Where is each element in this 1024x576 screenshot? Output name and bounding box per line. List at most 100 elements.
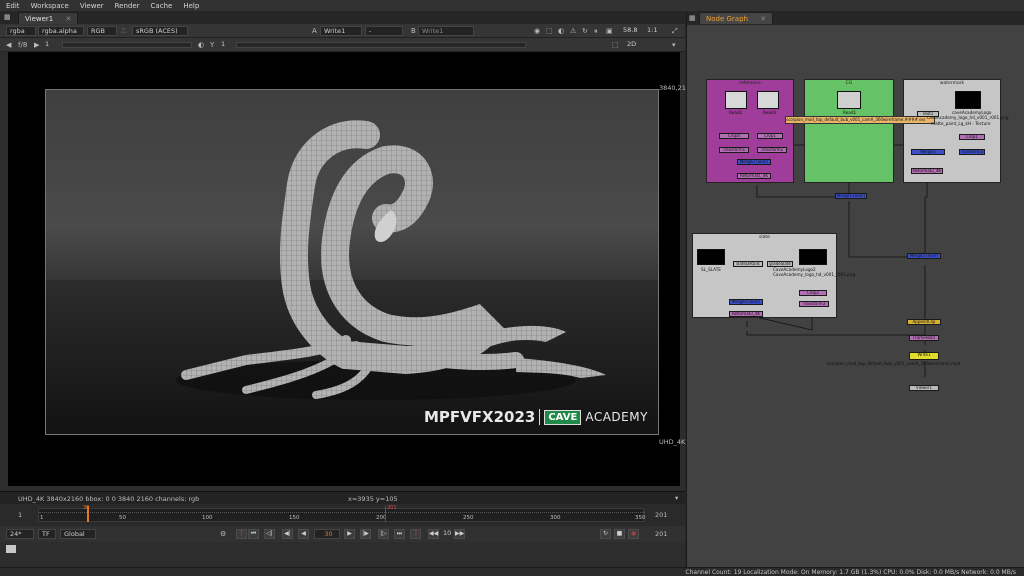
display-lut-select[interactable]: sRGB (ACES) [132, 26, 188, 36]
range-select[interactable]: Global [60, 529, 96, 539]
skip-forward-button[interactable]: ▶▶ [454, 529, 465, 539]
info-expand-icon[interactable]: ▾ [675, 494, 678, 502]
wipe-icon[interactable]: ◐ [558, 26, 564, 36]
viewport[interactable]: 3840,21 UHD_4K MPFVFX2023 CAVE ACADEMY [8, 66, 686, 486]
panel-menu-icon[interactable]: ▦ [4, 12, 11, 22]
node-graph-canvas[interactable]: reference CG watermark slate Read2 Read3… [687, 25, 1024, 567]
menu-workspace[interactable]: Workspace [31, 2, 69, 10]
frame-step-icon[interactable]: ▶ [34, 40, 39, 50]
transform3-node[interactable]: Transform3 [959, 149, 985, 155]
slate-thumbnail[interactable] [697, 249, 725, 265]
clipping-icon[interactable]: ⚠ [570, 26, 576, 36]
reformat3-node[interactable]: Reformat3_4K [729, 311, 763, 317]
read2-thumbnail[interactable] [725, 91, 747, 109]
camera-icon[interactable]: ◉ [534, 26, 540, 36]
menu-viewer[interactable]: Viewer [80, 2, 104, 10]
menu-edit[interactable]: Edit [6, 2, 20, 10]
reformat2-node[interactable]: Reformat2_4K [911, 168, 943, 174]
record-button[interactable]: ◉ [628, 529, 639, 539]
in-point-button[interactable]: [ [236, 529, 247, 539]
step-back-button[interactable]: ◀| [282, 529, 293, 539]
tick-label: 1 [40, 515, 44, 521]
last-frame-button[interactable]: ⏭ [394, 529, 405, 539]
backdrop-cg-title: CG [845, 81, 853, 86]
rgb-select[interactable]: RGB [87, 26, 117, 36]
fstop-icon[interactable]: ◀ [6, 40, 11, 50]
gamma-slider[interactable] [236, 42, 526, 48]
reformat1-node[interactable]: Reformat1_4K [737, 173, 771, 179]
play-backward-button[interactable]: ◀ [298, 529, 309, 539]
merge3-node[interactable]: Merge3 [911, 149, 945, 155]
crop1-node[interactable]: Crop1 [757, 133, 783, 139]
input-a-select[interactable]: Write1 [320, 26, 362, 36]
play-forward-button[interactable]: ▶ [344, 529, 355, 539]
pause-icon[interactable]: ⏸ [594, 26, 598, 36]
slate-details-node[interactable]: slateDetails [733, 261, 763, 267]
channels-select[interactable]: rgba [6, 26, 36, 36]
first-frame-button[interactable]: ⏮ [248, 529, 259, 539]
write1-node[interactable]: Write1 [909, 352, 939, 360]
read1-file-path[interactable]: scorpion_mod_top_default_bub_v001_camA_3… [785, 116, 935, 124]
input-b-select[interactable]: Write1 [418, 26, 474, 36]
transform1-node[interactable]: Transform1 [719, 147, 749, 153]
panel-menu-icon[interactable]: ▦ [689, 13, 696, 23]
crop4-node[interactable]: Crop4 [719, 133, 749, 139]
tab-viewer1[interactable]: Viewer1 ✕ [18, 12, 79, 24]
transform2-node[interactable]: Transform2 [757, 147, 787, 153]
merge-reference-node[interactable]: Merge2 (over) [737, 159, 771, 165]
step-forward-button[interactable]: |▶ [360, 529, 371, 539]
gamma-field[interactable]: 1 [218, 40, 234, 50]
zoom-value[interactable]: 58.8 [620, 26, 642, 36]
loop-button[interactable]: ↻ [600, 529, 611, 539]
tab-node-graph[interactable]: Node Graph ✕ [699, 12, 774, 24]
fps-select[interactable]: 24* [6, 529, 34, 539]
timeline-track[interactable]: 1 50 100 150 200 250 300 350 30 201 [38, 505, 646, 522]
viewer-scroll-handle[interactable] [6, 545, 16, 553]
close-icon[interactable]: ✕ [760, 15, 766, 23]
backdrop-reference[interactable]: reference [706, 79, 794, 183]
frame-increment-field[interactable]: 10 [440, 529, 454, 539]
out-point-marker[interactable] [385, 506, 386, 522]
out-point-button[interactable]: ] [410, 529, 421, 539]
text1-node[interactable]: Text1 [917, 111, 939, 117]
layer-icon[interactable]: ▣ [606, 26, 613, 36]
viewer-options-icon[interactable]: ▾ [672, 40, 676, 50]
next-keyframe-button[interactable]: |▷ [378, 529, 389, 539]
input-a-operation[interactable]: - [365, 26, 403, 36]
alpha-select[interactable]: rgba.alpha [38, 26, 84, 36]
playback-options-icon[interactable]: ⚙ [220, 529, 226, 539]
proxy-icon[interactable]: ⎍ [121, 26, 126, 36]
roi-icon[interactable]: ⬚ [546, 26, 553, 36]
pixel-ratio[interactable]: 1:1 [644, 26, 664, 36]
maximize-icon[interactable]: ⤢ [672, 26, 678, 36]
view-mode-select[interactable]: 2D [624, 40, 652, 50]
crop2-node[interactable]: Crop2 [799, 290, 827, 296]
status-bar: Channel Count: 19 Localization Mode: On … [0, 567, 1024, 576]
menu-help[interactable]: Help [183, 2, 199, 10]
frame-hold-node[interactable]: FrameHold [909, 335, 939, 341]
view-icon[interactable]: ⬚ [612, 40, 619, 50]
cache-button[interactable]: ■ [614, 529, 625, 539]
cave-logo-thumbnail[interactable] [955, 91, 981, 109]
close-icon[interactable]: ✕ [65, 15, 71, 23]
refresh-icon[interactable]: ↻ [582, 26, 588, 36]
merge-final-node[interactable]: Merge5 (over) [907, 253, 941, 259]
tf-select[interactable]: TF [38, 529, 56, 539]
cave-logo2-thumbnail[interactable] [799, 249, 827, 265]
prev-keyframe-button[interactable]: ◁| [264, 529, 275, 539]
merge-main-node[interactable]: Merge5 (over) [835, 193, 867, 199]
menu-render[interactable]: Render [115, 2, 140, 10]
read1-thumbnail[interactable] [837, 91, 861, 109]
gain-slider[interactable] [62, 42, 192, 48]
merge-slate-node[interactable]: Merge4 (over) [729, 299, 763, 305]
gain-field[interactable]: 1 [42, 40, 62, 50]
skip-back-button[interactable]: ◀◀ [428, 529, 439, 539]
viewer1-node[interactable]: Viewer1 [909, 385, 939, 391]
crop3-node[interactable]: Crop1 [959, 134, 985, 140]
tab-viewer1-label: Viewer1 [25, 15, 54, 23]
menu-cache[interactable]: Cache [151, 2, 173, 10]
read3-thumbnail[interactable] [757, 91, 779, 109]
current-frame-field[interactable]: 30 [314, 529, 340, 539]
append-clip-node[interactable]: AppendClip [907, 319, 941, 325]
transform-slate-node[interactable]: Transform3 [799, 301, 829, 307]
